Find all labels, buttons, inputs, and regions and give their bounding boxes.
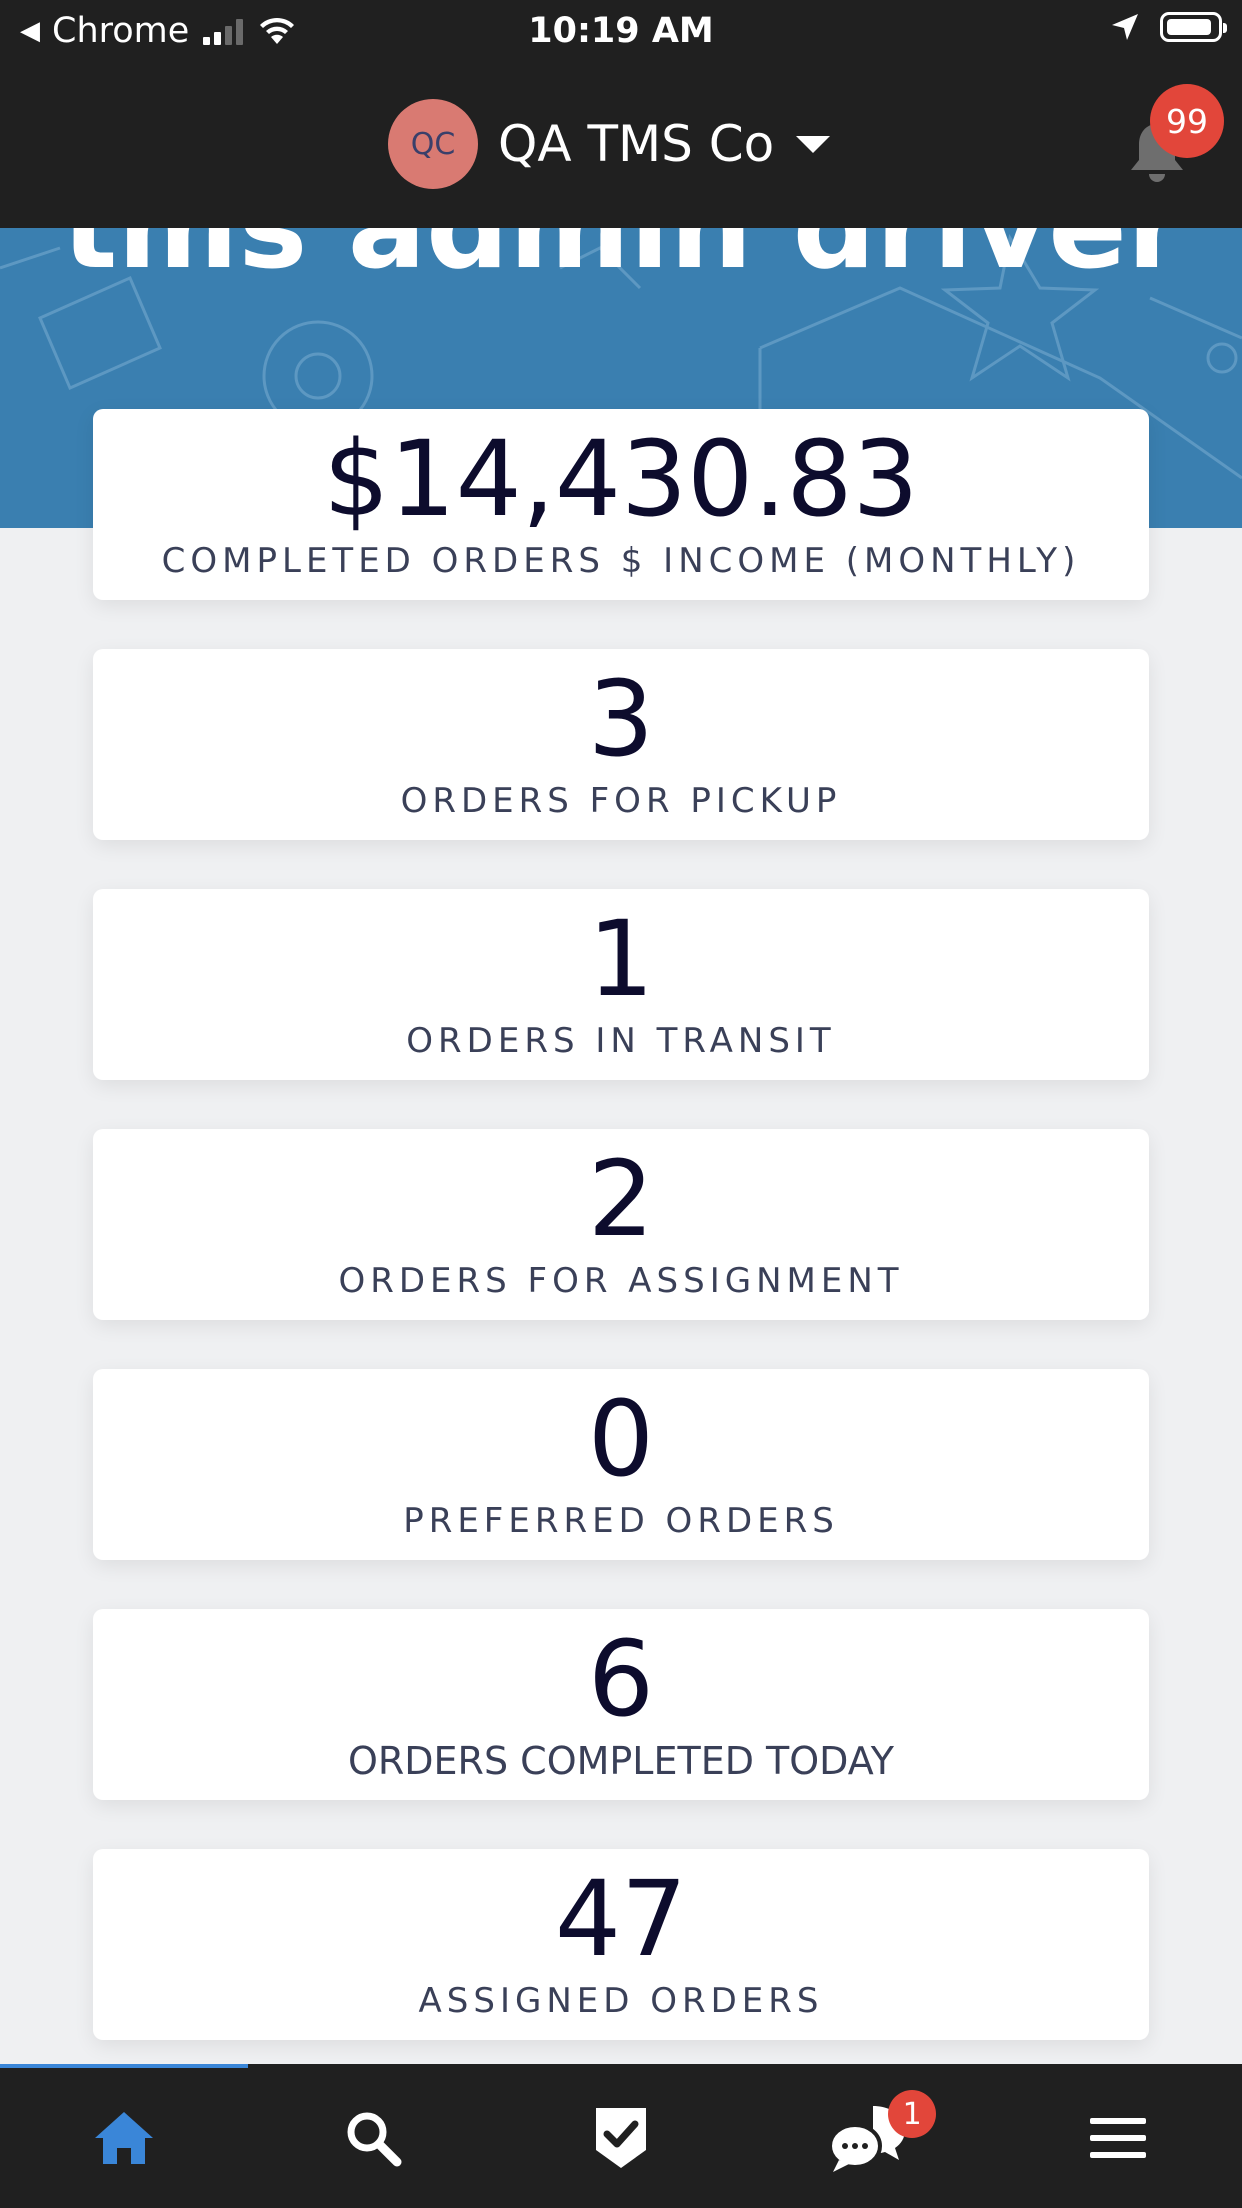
home-icon	[95, 2112, 154, 2164]
stat-value: 3	[587, 658, 655, 780]
location-arrow-icon	[1112, 14, 1138, 40]
stat-label: COMPLETED ORDERS $ INCOME (MONTHLY)	[161, 541, 1081, 581]
stat-label: PREFERRED ORDERS	[403, 1501, 839, 1541]
page-title: tms admin driver	[62, 228, 1184, 328]
status-bar: ◀ Chrome 10:19 AM	[0, 0, 1242, 62]
notification-count-badge: 99	[1150, 84, 1224, 158]
stat-card-preferred-orders[interactable]: 0 PREFERRED ORDERS	[93, 1369, 1149, 1560]
stat-label: ORDERS COMPLETED TODAY	[347, 1739, 895, 1783]
stat-card-assigned-orders[interactable]: 47 ASSIGNED ORDERS	[93, 1849, 1149, 2040]
stat-card-monthly-income[interactable]: $14,430.83 COMPLETED ORDERS $ INCOME (MO…	[93, 409, 1149, 600]
search-icon	[347, 2112, 402, 2167]
nav-home[interactable]	[0, 2068, 248, 2208]
stat-label: ASSIGNED ORDERS	[418, 1981, 824, 2021]
stat-value: 6	[587, 1618, 655, 1740]
stat-value: 1	[587, 898, 655, 1020]
stat-value: 0	[587, 1378, 655, 1500]
stat-label: ORDERS FOR PICKUP	[400, 781, 842, 821]
stat-card-orders-for-assignment[interactable]: 2 ORDERS FOR ASSIGNMENT	[93, 1129, 1149, 1320]
company-switcher[interactable]: QC QA TMS Co	[388, 99, 831, 189]
clock: 10:19 AM	[528, 11, 714, 51]
stat-label: ORDERS IN TRANSIT	[406, 1021, 836, 1061]
app-header: QC QA TMS Co	[0, 62, 1242, 228]
stat-label: ORDERS FOR ASSIGNMENT	[338, 1261, 904, 1301]
nav-checklist[interactable]	[497, 2068, 745, 2208]
stat-card-orders-in-transit[interactable]: 1 ORDERS IN TRANSIT	[93, 889, 1149, 1080]
chevron-down-icon	[796, 135, 831, 153]
stat-value: $14,430.83	[323, 418, 919, 540]
nav-search[interactable]	[248, 2068, 496, 2208]
messages-count-badge: 1	[888, 2090, 937, 2138]
stat-card-orders-completed-today[interactable]: 6 ORDERS COMPLETED TODAY	[93, 1609, 1149, 1800]
stats-list: $14,430.83 COMPLETED ORDERS $ INCOME (MO…	[93, 409, 1149, 2089]
battery-icon	[1160, 12, 1227, 42]
nav-menu[interactable]	[994, 2068, 1242, 2208]
stat-value: 2	[587, 1138, 655, 1260]
avatar: QC	[388, 99, 478, 189]
stat-card-orders-for-pickup[interactable]: 3 ORDERS FOR PICKUP	[93, 649, 1149, 840]
nav-messages[interactable]: 1	[745, 2068, 993, 2208]
company-name: QA TMS Co	[498, 115, 775, 173]
checklist-icon	[596, 2108, 647, 2168]
bottom-nav: 1	[0, 2068, 1242, 2208]
stat-value: 47	[554, 1858, 688, 1980]
menu-icon	[1089, 2118, 1146, 2158]
